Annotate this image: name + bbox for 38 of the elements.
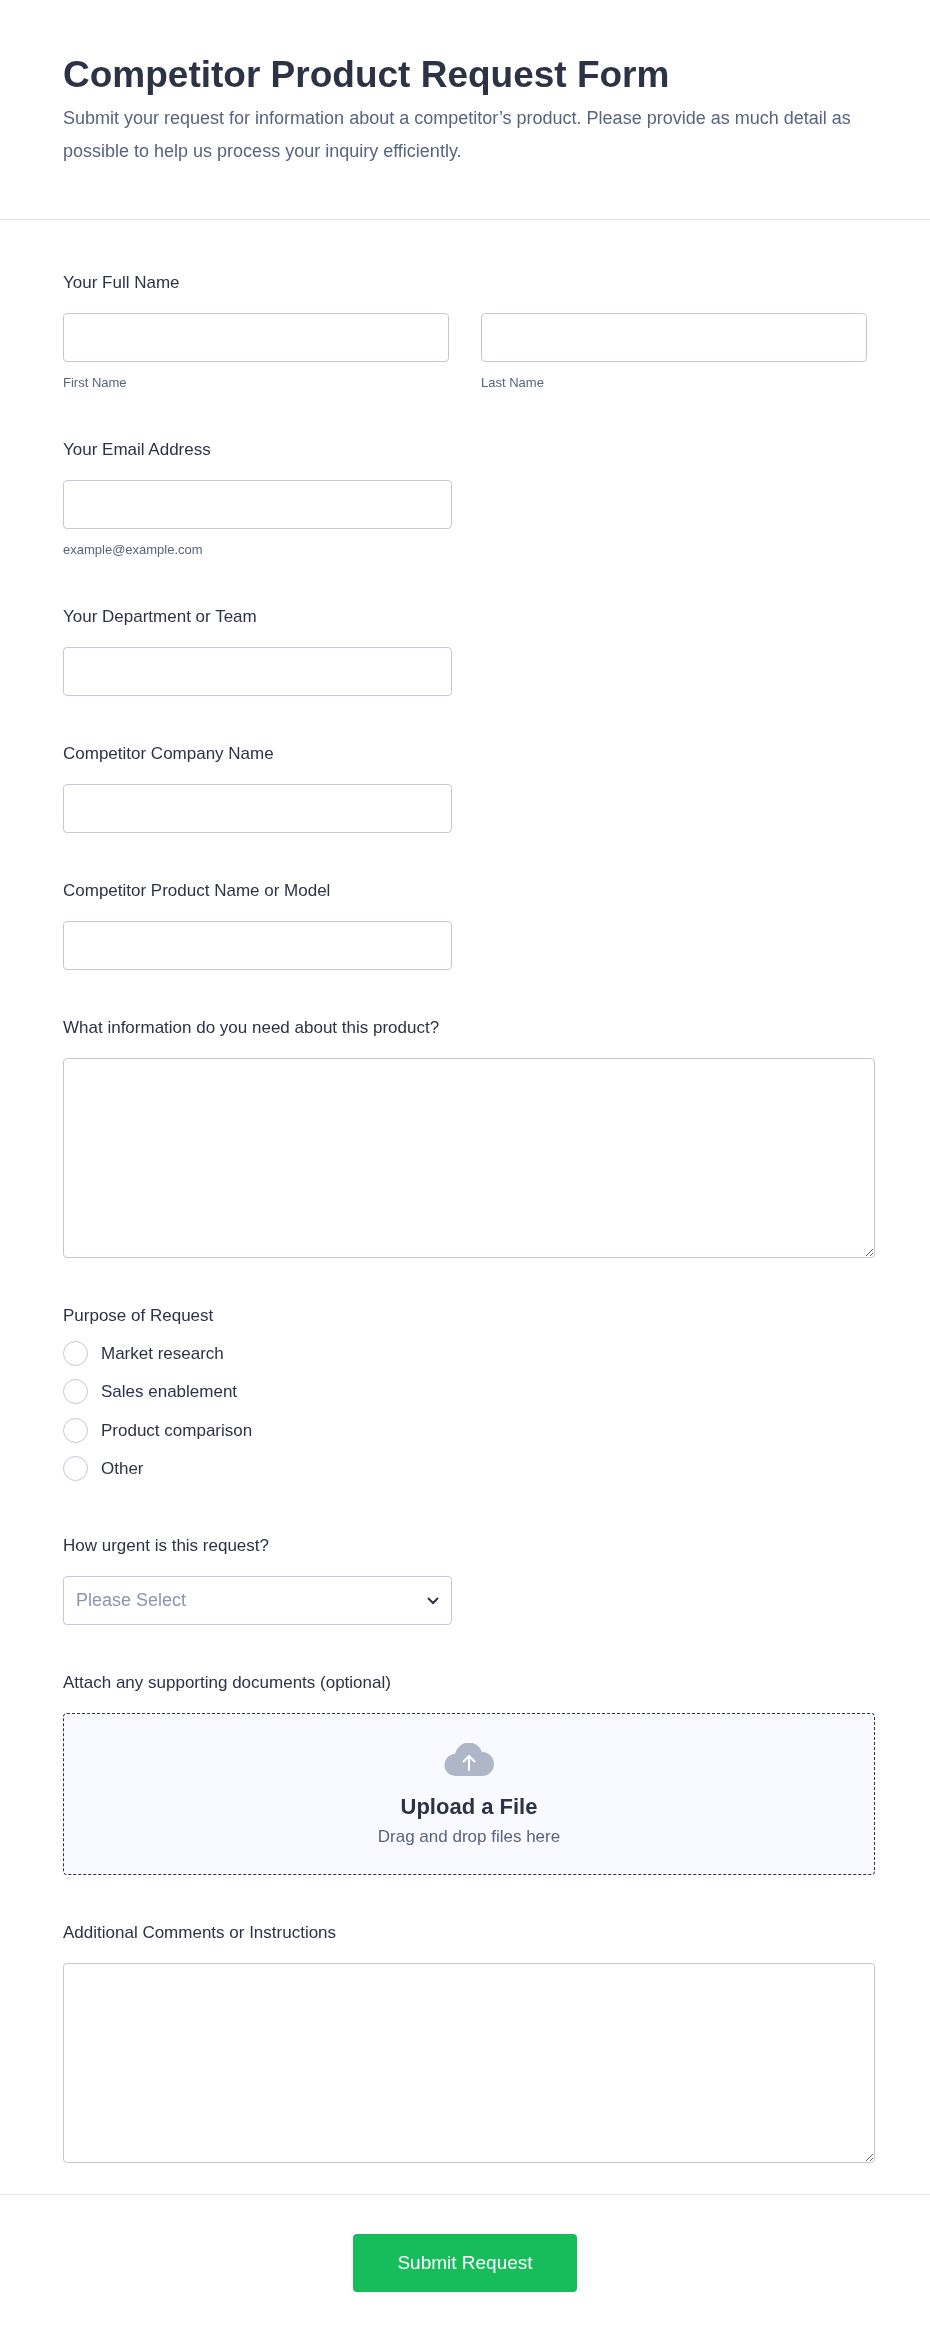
submit-button[interactable]: Submit Request xyxy=(353,2234,577,2292)
field-label: Your Email Address xyxy=(63,439,212,461)
form-title: Competitor Product Request Form xyxy=(63,53,671,97)
field-label: Your Full Name xyxy=(63,272,181,294)
chevron-down-icon xyxy=(427,1596,439,1605)
field-sublabel: First Name xyxy=(63,374,128,392)
radio-button[interactable] xyxy=(63,1456,88,1482)
field-label: Attach any supporting documents (optional) xyxy=(63,1672,392,1694)
field-label: Purpose of Request xyxy=(63,1305,215,1327)
text-field[interactable] xyxy=(63,784,452,833)
radio-button[interactable] xyxy=(63,1340,88,1366)
field-label: Your Department or Team xyxy=(63,606,258,628)
text-field[interactable] xyxy=(63,480,452,529)
radio-button[interactable] xyxy=(63,1379,88,1405)
radio-button[interactable] xyxy=(63,1417,88,1443)
text-field[interactable] xyxy=(63,921,452,970)
radio-label: Other xyxy=(101,1458,144,1480)
upload-dropzone[interactable]: Upload a File Drag and drop files here xyxy=(63,1713,875,1875)
radio-label: Market research xyxy=(101,1342,224,1365)
text-field[interactable] xyxy=(481,313,867,362)
radio-label: Product comparison xyxy=(101,1419,253,1442)
field-label: What information do you need about this product? xyxy=(63,1017,441,1039)
field-sublabel: Last Name xyxy=(481,374,545,392)
dropdown-field[interactable]: Please Select xyxy=(63,1576,452,1625)
text-field[interactable] xyxy=(63,647,452,696)
field-label: Competitor Company Name xyxy=(63,743,275,765)
field-label: Additional Comments or Instructions xyxy=(63,1922,338,1944)
form-description: Submit your request for information about a competitor’s product. Please provide as much detail as possible to help us process your inquiry efficiently. xyxy=(63,107,852,163)
field-label: How urgent is this request? xyxy=(63,1535,270,1557)
field-sublabel: example@example.com xyxy=(63,541,204,559)
upload-hint: Drag and drop files here xyxy=(377,1826,561,1848)
text-field[interactable] xyxy=(63,313,449,362)
radio-label: Sales enablement xyxy=(101,1381,238,1403)
text-area[interactable] xyxy=(63,1963,875,2163)
field-label: Competitor Product Name or Model xyxy=(63,880,332,902)
cloud-upload-icon xyxy=(444,1743,494,1777)
text-area[interactable] xyxy=(63,1058,875,1258)
upload-title: Upload a File xyxy=(400,1793,538,1821)
